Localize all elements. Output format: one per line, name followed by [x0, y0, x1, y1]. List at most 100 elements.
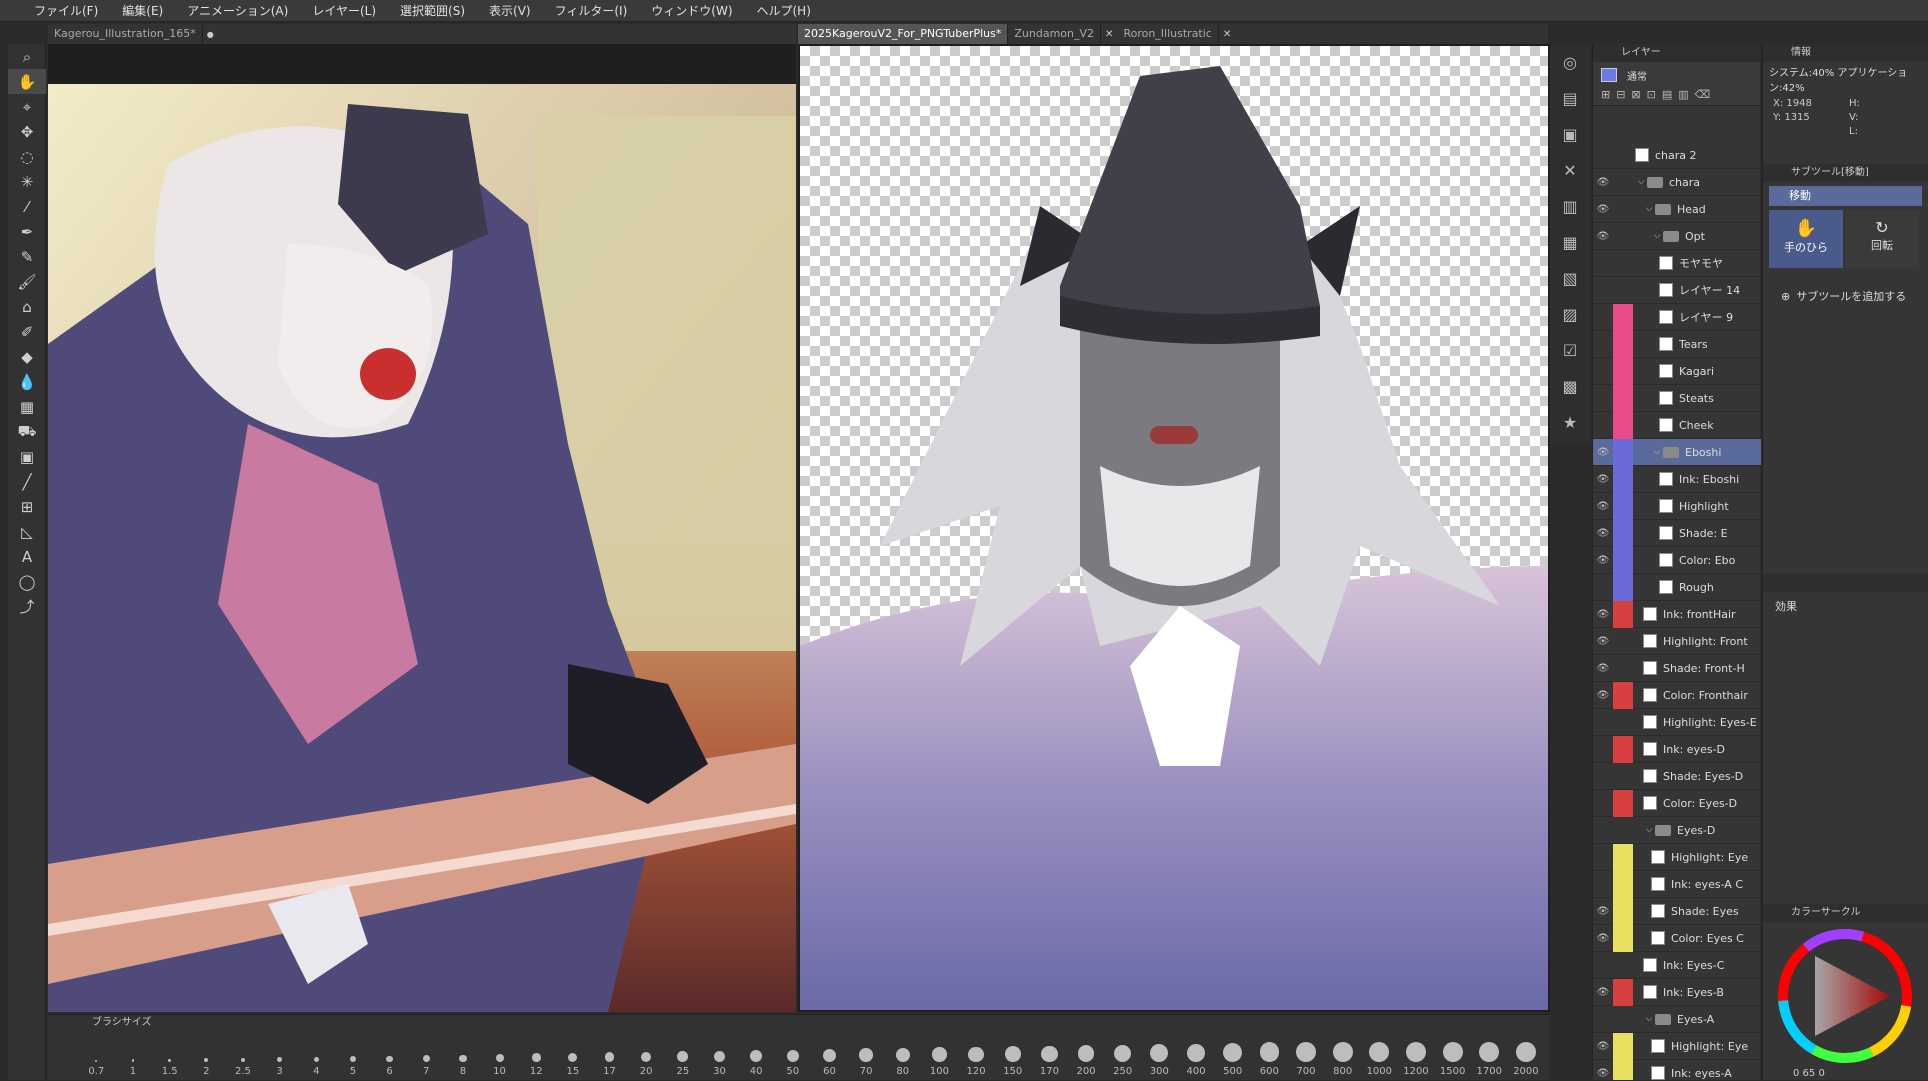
visibility-eye-icon[interactable]: 👁 — [1593, 528, 1613, 539]
zoom-tool-icon[interactable]: ⌕ — [8, 44, 46, 69]
brush-size-item[interactable]: 800 — [1324, 1037, 1361, 1081]
brush-size-item[interactable]: 700 — [1288, 1037, 1325, 1081]
layer-row[interactable]: 👁 Highlight: Eye — [1593, 1032, 1761, 1060]
auto-action-icon[interactable]: ▧ — [1550, 260, 1590, 296]
brush-size-item[interactable]: 12 — [518, 1037, 555, 1081]
brush-size-item[interactable]: 600 — [1251, 1037, 1288, 1081]
canvas-right[interactable] — [798, 44, 1550, 1012]
grid-tool-icon[interactable]: ▦ — [8, 394, 46, 419]
brush-size-item[interactable]: 80 — [884, 1037, 921, 1081]
brush-size-item[interactable]: 1.5 — [151, 1037, 188, 1081]
layer-row[interactable]: 👁 Ink: eyes-A — [1593, 1059, 1761, 1080]
visibility-eye-icon[interactable]: 👁 — [1593, 474, 1613, 485]
item-bank-icon[interactable]: ☑ — [1550, 332, 1590, 368]
brush-size-item[interactable]: 25 — [665, 1037, 702, 1081]
close-tab-icon[interactable]: ✕ — [1101, 29, 1117, 40]
brush-size-item[interactable]: 300 — [1141, 1037, 1178, 1081]
subtool-rotate[interactable]: ↻ 回転 — [1845, 210, 1919, 268]
layer-row[interactable]: chara 2 — [1593, 142, 1761, 169]
material-icon[interactable]: ▣ — [1550, 116, 1590, 152]
layer-row[interactable]: Kagari — [1593, 357, 1761, 385]
subtool-group-move[interactable]: 移動 — [1769, 186, 1922, 206]
object-tool-icon[interactable]: ⌖ — [8, 94, 46, 119]
menu-selection[interactable]: 選択範囲(S) — [388, 0, 477, 22]
folder-chevron-icon[interactable]: ⌵ — [1635, 177, 1647, 187]
eraser-tool-icon[interactable]: ◆ — [8, 344, 46, 369]
folder-chevron-icon[interactable]: ⌵ — [1643, 1014, 1655, 1024]
layer-row[interactable]: 👁 Highlight — [1593, 492, 1761, 520]
close-tab-icon[interactable]: ✕ — [1219, 29, 1235, 40]
folder-chevron-icon[interactable]: ⌵ — [1651, 231, 1663, 241]
brush-size-item[interactable]: 120 — [958, 1037, 995, 1081]
brush-size-item[interactable]: 6 — [371, 1037, 408, 1081]
add-subtool-button[interactable]: ⊕ サブツールを追加する — [1781, 288, 1928, 304]
fill-tool-icon[interactable]: ⛟ — [8, 419, 46, 444]
brush-size-item[interactable]: 40 — [738, 1037, 775, 1081]
visibility-eye-icon[interactable]: 👁 — [1593, 663, 1613, 674]
visibility-eye-icon[interactable]: 👁 — [1593, 177, 1613, 188]
visibility-eye-icon[interactable]: 👁 — [1593, 231, 1613, 242]
brush-size-item[interactable]: 70 — [848, 1037, 885, 1081]
layer-row[interactable]: 👁 Color: Fronthair — [1593, 681, 1761, 709]
lasso-tool-icon[interactable]: ◌ — [8, 144, 46, 169]
brush-size-item[interactable]: 5 — [335, 1037, 372, 1081]
layer-row[interactable]: ⌵ Eyes-A — [1593, 1006, 1761, 1033]
layer-row[interactable]: レイヤー 14 — [1593, 277, 1761, 304]
tab-kagerou-illustration[interactable]: Kagerou_Illustration_165* — [48, 24, 203, 44]
menu-edit[interactable]: 編集(E) — [110, 0, 175, 22]
layer-row[interactable]: 👁 Shade: Eyes — [1593, 897, 1761, 925]
layer-row[interactable]: Ink: Eyes-C — [1593, 952, 1761, 979]
brush-size-item[interactable]: 7 — [408, 1037, 445, 1081]
layer-row[interactable]: 👁 ⌵ Head — [1593, 196, 1761, 223]
subtool-hand[interactable]: ✋ 手のひら — [1769, 210, 1843, 268]
correct-line-tool-icon[interactable]: ⤴ — [8, 594, 46, 619]
visibility-eye-icon[interactable]: 👁 — [1593, 609, 1613, 620]
brush-size-item[interactable]: 60 — [811, 1037, 848, 1081]
layer-row[interactable]: Shade: Eyes-D — [1593, 763, 1761, 790]
folder-chevron-icon[interactable]: ⌵ — [1643, 204, 1655, 214]
brush-size-item[interactable]: 17 — [591, 1037, 628, 1081]
brush-size-item[interactable]: 0.7 — [78, 1037, 115, 1081]
brush-tool-icon[interactable]: 🖌 — [8, 269, 46, 294]
menu-layer[interactable]: レイヤー(L) — [300, 0, 388, 22]
menu-file[interactable]: ファイル(F) — [22, 0, 110, 22]
layer-row[interactable]: 👁 Ink: Eboshi — [1593, 465, 1761, 493]
brush-size-item[interactable]: 170 — [1031, 1037, 1068, 1081]
layer-row[interactable]: Highlight: Eyes-E — [1593, 709, 1761, 736]
layer-row[interactable]: 👁 Ink: Eyes-B — [1593, 978, 1761, 1006]
visibility-eye-icon[interactable]: 👁 — [1593, 204, 1613, 215]
layer-row[interactable]: Color: Eyes-D — [1593, 789, 1761, 817]
hand-tool-icon[interactable]: ✋ — [8, 69, 46, 94]
tab-zundamon-v2[interactable]: Zundamon_V2 — [1008, 24, 1102, 44]
layer-row[interactable]: モヤモヤ — [1593, 250, 1761, 277]
navigator-icon[interactable]: ◎ — [1550, 44, 1590, 80]
layer-row[interactable]: 👁 ⌵ chara — [1593, 169, 1761, 196]
menu-view[interactable]: 表示(V) — [477, 0, 543, 22]
menu-window[interactable]: ウィンドウ(W) — [639, 0, 744, 22]
menu-help[interactable]: ヘルプ(H) — [745, 0, 823, 22]
layer-row[interactable]: 👁 Highlight: Front — [1593, 628, 1761, 655]
layer-row[interactable]: 👁 Shade: E — [1593, 519, 1761, 547]
blend-mode-select[interactable]: 通常 — [1627, 68, 1647, 83]
layer-row[interactable]: 👁 Color: Eyes C — [1593, 924, 1761, 952]
layer-row[interactable]: 👁 ⌵ Opt — [1593, 223, 1761, 250]
brush-size-item[interactable]: 4 — [298, 1037, 335, 1081]
layer-tool-icons[interactable]: ⊞⊟⊠⊡▤▥⌫ — [1601, 88, 1716, 101]
visibility-eye-icon[interactable]: 👁 — [1593, 555, 1613, 566]
blend-tool-icon[interactable]: 💧 — [8, 369, 46, 394]
visibility-eye-icon[interactable]: 👁 — [1593, 636, 1613, 647]
layer-row[interactable]: 👁 ⌵ Eboshi — [1593, 438, 1761, 466]
brush-size-item[interactable]: 2.5 — [225, 1037, 262, 1081]
ruler-tool-icon[interactable]: ◺ — [8, 519, 46, 544]
timeline-icon[interactable]: ▩ — [1550, 368, 1590, 404]
layer-row[interactable]: Cheek — [1593, 411, 1761, 439]
layer-row[interactable]: Ink: eyes-D — [1593, 735, 1761, 763]
tab-kagerou-v2-pngtuber[interactable]: 2025KagerouV2_For_PNGTuberPlus* — [798, 24, 1009, 44]
visibility-eye-icon[interactable]: 👁 — [1593, 987, 1613, 998]
layer-row[interactable]: Tears — [1593, 330, 1761, 358]
pen-tool-icon[interactable]: ✒ — [8, 219, 46, 244]
brush-size-item[interactable]: 2 — [188, 1037, 225, 1081]
folder-chevron-icon[interactable]: ⌵ — [1643, 825, 1655, 835]
layer-row[interactable]: レイヤー 9 — [1593, 303, 1761, 331]
layer-row[interactable]: Ink: eyes-A C — [1593, 870, 1761, 898]
